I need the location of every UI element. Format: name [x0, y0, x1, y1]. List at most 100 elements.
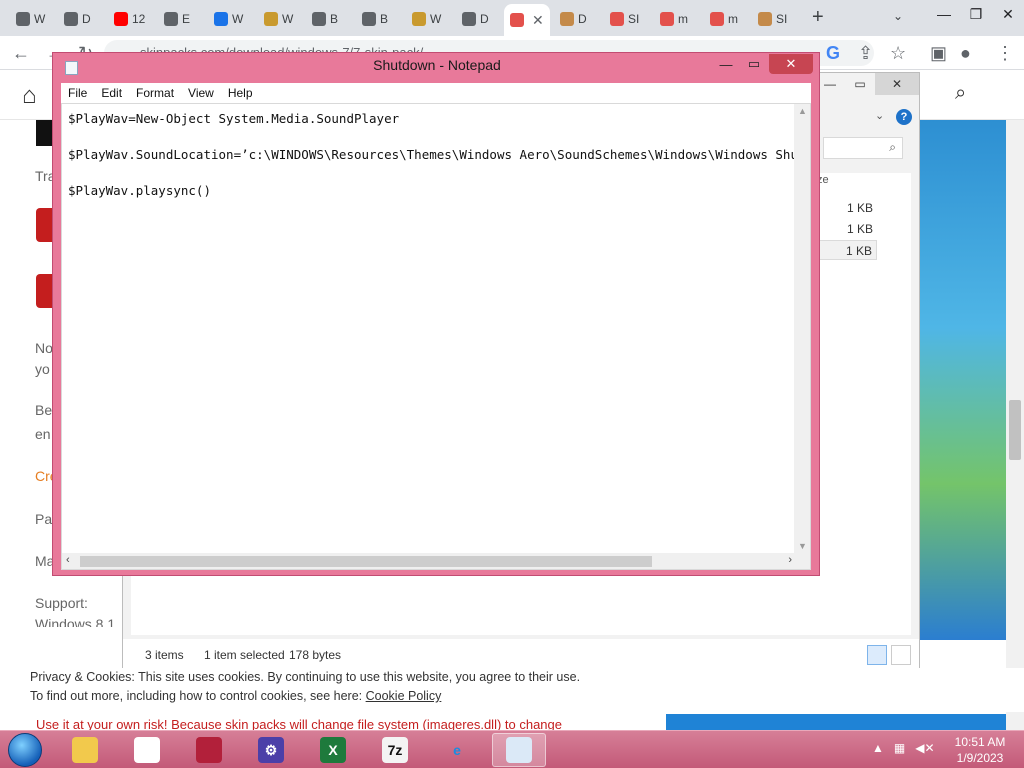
- clock[interactable]: 10:51 AM 1/9/2023: [948, 734, 1012, 766]
- minimize-button[interactable]: —: [713, 54, 739, 74]
- scroll-up-arrow-icon[interactable]: ▲: [798, 106, 807, 116]
- file-size-cell[interactable]: 1 KB: [813, 198, 877, 218]
- text-editor-area[interactable]: $PlayWav=New-Object System.Media.SoundPl…: [61, 103, 811, 570]
- chrome-taskbar-button[interactable]: [120, 733, 174, 767]
- browser-tab[interactable]: m: [704, 6, 744, 32]
- google-lens-icon[interactable]: G: [826, 43, 840, 64]
- resize-grip[interactable]: [794, 553, 810, 569]
- swirl-icon: [758, 12, 772, 26]
- chevron-down-icon[interactable]: ⌄: [875, 109, 884, 122]
- search-input[interactable]: ⌕: [823, 137, 903, 159]
- recorder-taskbar-button[interactable]: [182, 733, 236, 767]
- start-button[interactable]: [8, 733, 42, 767]
- close-button[interactable]: ✕: [992, 0, 1024, 28]
- maximize-button[interactable]: ▭: [741, 54, 767, 74]
- volume-muted-icon[interactable]: ◀✕: [915, 741, 934, 755]
- page-text-fragment: Windows 8.1: [35, 616, 116, 627]
- side-panel-icon[interactable]: ▣: [930, 43, 947, 64]
- cookie-policy-link[interactable]: Cookie Policy: [366, 689, 442, 703]
- search-icon[interactable]: ⌕: [955, 82, 966, 105]
- tab-title: 12: [132, 12, 146, 26]
- chrome-menu-icon[interactable]: ⋮: [996, 43, 1014, 64]
- internet-explorer-icon: e: [453, 742, 461, 758]
- globe-icon: [362, 12, 376, 26]
- browser-tab[interactable]: SI: [604, 6, 645, 32]
- menu-format[interactable]: Format: [129, 83, 181, 103]
- home-icon[interactable]: ⌂: [22, 82, 37, 110]
- desktop-wallpaper: [920, 120, 1006, 640]
- browser-tab[interactable]: W: [208, 6, 249, 32]
- close-button[interactable]: ✕: [769, 54, 813, 74]
- network-icon[interactable]: ▦: [894, 741, 905, 755]
- browser-tab[interactable]: D: [58, 6, 97, 32]
- minimize-button[interactable]: —: [928, 0, 960, 28]
- restore-button[interactable]: ❐: [960, 0, 992, 28]
- tab-title: W: [282, 12, 294, 26]
- horizontal-scrollbar[interactable]: ‹ ›: [62, 553, 796, 569]
- 7zip-taskbar-button[interactable]: 7z: [368, 733, 422, 767]
- menu-view[interactable]: View: [181, 83, 221, 103]
- cookie-text: Privacy & Cookies: This site uses cookie…: [30, 670, 581, 684]
- share-icon[interactable]: ⇪: [858, 43, 873, 64]
- swirl-icon: [560, 12, 574, 26]
- browser-tab[interactable]: D: [456, 6, 495, 32]
- browser-tab[interactable]: D: [554, 6, 593, 32]
- help-icon[interactable]: ?: [896, 109, 912, 125]
- page-text-fragment: Be: [35, 402, 53, 418]
- download-icon: [462, 12, 476, 26]
- bookmark-star-icon[interactable]: ☆: [890, 43, 906, 64]
- browser-tab[interactable]: W: [258, 6, 299, 32]
- menu-file[interactable]: File: [61, 83, 94, 103]
- skinpacks-icon: [510, 13, 524, 27]
- browser-tab[interactable]: ✕: [504, 4, 550, 36]
- scroll-right-arrow-icon[interactable]: ›: [788, 554, 792, 566]
- vertical-scrollbar[interactable]: ▲ ▼: [794, 104, 810, 553]
- browser-tab[interactable]: W: [406, 6, 447, 32]
- scroll-left-arrow-icon[interactable]: ‹: [66, 554, 70, 566]
- clock-time: 10:51 AM: [954, 735, 1006, 749]
- page-warning-text: Use it at your own risk! Because skin pa…: [36, 717, 562, 731]
- tab-title: W: [232, 12, 244, 26]
- browser-tab[interactable]: W: [10, 6, 51, 32]
- excel-taskbar-button[interactable]: X: [306, 733, 360, 767]
- folder-icon: [72, 737, 98, 763]
- notepad-icon: [506, 737, 532, 763]
- editor-content[interactable]: $PlayWav=New-Object System.Media.SoundPl…: [68, 110, 794, 200]
- browser-tab[interactable]: B: [306, 6, 344, 32]
- browser-tab[interactable]: m: [654, 6, 694, 32]
- new-tab-button[interactable]: +: [812, 6, 824, 29]
- selection-size: 178 bytes: [289, 648, 342, 662]
- browser-tab[interactable]: B: [356, 6, 394, 32]
- menu-edit[interactable]: Edit: [94, 83, 129, 103]
- explorer-taskbar-button[interactable]: [58, 733, 112, 767]
- scroll-down-arrow-icon[interactable]: ▼: [798, 541, 807, 551]
- browser-tab[interactable]: E: [158, 6, 196, 32]
- show-hidden-icons-icon[interactable]: ▲: [872, 741, 884, 755]
- globe-icon: [64, 12, 78, 26]
- tab-title: E: [182, 12, 191, 26]
- page-text-fragment: No: [35, 340, 53, 356]
- page-scrollbar-thumb[interactable]: [1009, 400, 1021, 460]
- close-tab-icon[interactable]: ✕: [532, 12, 544, 29]
- ie-taskbar-button[interactable]: e: [430, 733, 484, 767]
- file-size-cell-selected[interactable]: 1 KB: [813, 240, 877, 260]
- details-view-button[interactable]: [867, 645, 887, 665]
- settings-taskbar-button[interactable]: ⚙: [244, 733, 298, 767]
- file-size-cell[interactable]: 1 KB: [813, 219, 877, 239]
- taskbar: ⚙ X 7z e ▲ ▦ ◀✕ 10:51 AM 1/9/2023: [0, 730, 1024, 768]
- notepad-taskbar-button[interactable]: [492, 733, 546, 767]
- browser-tab[interactable]: 12: [108, 6, 151, 32]
- chrome-icon: [134, 737, 160, 763]
- browser-tab[interactable]: SI: [752, 6, 793, 32]
- menu-help[interactable]: Help: [221, 83, 260, 103]
- tab-title: D: [82, 12, 91, 26]
- back-arrow-icon[interactable]: ←: [12, 43, 30, 64]
- profile-avatar-icon[interactable]: ●: [960, 43, 971, 64]
- large-icons-view-button[interactable]: [891, 645, 911, 665]
- tab-search-chevron-icon[interactable]: ⌄: [893, 9, 903, 23]
- 7zip-icon: 7z: [382, 737, 408, 763]
- tab-title: D: [578, 12, 587, 26]
- horizontal-scrollbar-thumb[interactable]: [80, 556, 652, 567]
- close-button[interactable]: ✕: [875, 73, 919, 95]
- maximize-button[interactable]: ▭: [845, 73, 875, 95]
